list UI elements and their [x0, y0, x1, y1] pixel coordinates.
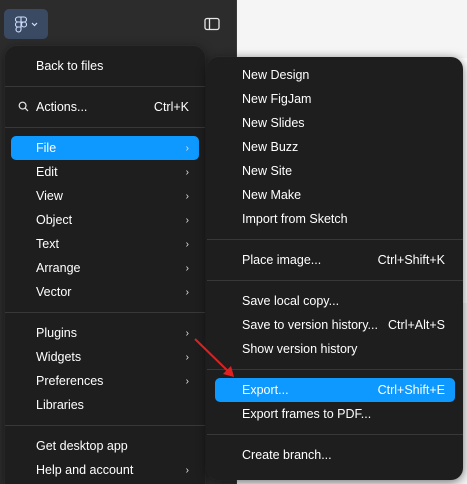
menu-item-place-image[interactable]: Place image... Ctrl+Shift+K — [215, 248, 455, 272]
menu-item-save-local-copy[interactable]: Save local copy... — [215, 289, 455, 313]
menu-item-file[interactable]: File › — [11, 136, 199, 160]
search-icon — [18, 101, 30, 113]
chevron-right-icon: › — [185, 214, 189, 226]
menu-divider — [5, 312, 205, 313]
main-menu-button[interactable] — [4, 9, 48, 39]
chevron-right-icon: › — [185, 190, 189, 202]
menu-item-show-version-history[interactable]: Show version history — [215, 337, 455, 361]
menu-item-back-to-files[interactable]: Back to files — [11, 54, 199, 78]
chevron-right-icon: › — [185, 327, 189, 339]
menu-item-new-figjam[interactable]: New FigJam — [215, 87, 455, 111]
menu-item-text[interactable]: Text › — [11, 232, 199, 256]
menu-item-get-desktop-app[interactable]: Get desktop app — [11, 434, 199, 458]
menu-item-actions[interactable]: Actions... Ctrl+K — [11, 95, 199, 119]
menu-item-export-frames-to-pdf[interactable]: Export frames to PDF... — [215, 402, 455, 426]
menu-item-new-make[interactable]: New Make — [215, 183, 455, 207]
chevron-right-icon: › — [185, 375, 189, 387]
main-menu: Back to files Actions... Ctrl+K File › E… — [5, 46, 205, 484]
menu-item-export[interactable]: Export... Ctrl+Shift+E — [215, 378, 455, 402]
menu-item-edit[interactable]: Edit › — [11, 160, 199, 184]
chevron-right-icon: › — [185, 464, 189, 476]
menu-item-new-design[interactable]: New Design — [215, 63, 455, 87]
chevron-right-icon: › — [185, 166, 189, 178]
menu-divider — [207, 239, 463, 240]
menu-divider — [207, 369, 463, 370]
menu-divider — [5, 86, 205, 87]
menu-divider — [5, 425, 205, 426]
menu-item-import-from-sketch[interactable]: Import from Sketch — [215, 207, 455, 231]
chevron-right-icon: › — [185, 238, 189, 250]
menu-item-object[interactable]: Object › — [11, 208, 199, 232]
menu-item-preferences[interactable]: Preferences › — [11, 369, 199, 393]
file-submenu: New Design New FigJam New Slides New Buz… — [207, 57, 463, 480]
menu-item-new-slides[interactable]: New Slides — [215, 111, 455, 135]
menu-item-vector[interactable]: Vector › — [11, 280, 199, 304]
menu-item-plugins[interactable]: Plugins › — [11, 321, 199, 345]
menu-divider — [207, 434, 463, 435]
menu-item-libraries[interactable]: Libraries — [11, 393, 199, 417]
chevron-down-icon — [31, 22, 38, 27]
menu-item-create-branch[interactable]: Create branch... — [215, 443, 455, 467]
menu-item-new-buzz[interactable]: New Buzz — [215, 135, 455, 159]
menu-item-help-and-account[interactable]: Help and account › — [11, 458, 199, 482]
menu-divider — [5, 127, 205, 128]
menu-item-arrange[interactable]: Arrange › — [11, 256, 199, 280]
menu-item-new-site[interactable]: New Site — [215, 159, 455, 183]
menu-item-view[interactable]: View › — [11, 184, 199, 208]
chevron-right-icon: › — [185, 142, 189, 154]
menu-divider — [207, 280, 463, 281]
chevron-right-icon: › — [185, 351, 189, 363]
figma-logo-icon — [14, 15, 27, 33]
menu-item-save-to-version-history[interactable]: Save to version history... Ctrl+Alt+S — [215, 313, 455, 337]
chevron-right-icon: › — [185, 286, 189, 298]
menu-item-widgets[interactable]: Widgets › — [11, 345, 199, 369]
sidebar-panel-icon[interactable] — [202, 14, 222, 34]
chevron-right-icon: › — [185, 262, 189, 274]
